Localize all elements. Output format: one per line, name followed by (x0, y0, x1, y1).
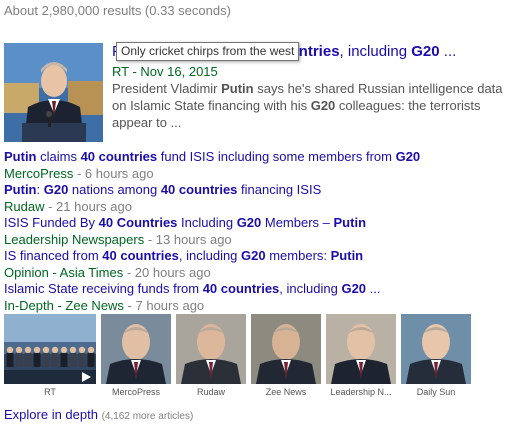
thumbnail-caption[interactable]: Leadership N... (326, 387, 396, 397)
thumbnail-image (326, 314, 396, 384)
list-item: IS financed from 40 countries, including… (4, 247, 507, 280)
explore-in-depth-link[interactable]: Explore in depth (4, 407, 98, 422)
title-part: 40 countries (202, 281, 280, 296)
thumbnail-image (101, 314, 171, 384)
top-story-thumbnail[interactable] (4, 43, 103, 142)
title-part: 40 Countries (98, 215, 178, 230)
thumbnail-item[interactable]: Leadership N... (326, 314, 396, 400)
related-article-source: Opinion - Asia Times (4, 265, 124, 280)
thumbnail-item[interactable]: RT (4, 314, 96, 400)
meta-separator: - (73, 166, 85, 181)
top-story-title-mid: , including (339, 43, 412, 60)
top-story-title-bold-g20: G20 (411, 43, 440, 60)
related-article-meta: In-Depth - Zee News - 7 hours ago (4, 297, 507, 314)
related-article-title[interactable]: Putin claims 40 countries fund ISIS incl… (4, 148, 507, 165)
thumbnail-caption[interactable]: MercoPress (101, 387, 171, 397)
related-article-time: 7 hours ago (135, 298, 205, 313)
related-article-time: 20 hours ago (134, 265, 211, 280)
title-part: , including (178, 248, 242, 263)
related-article-title[interactable]: IS financed from 40 countries, including… (4, 247, 507, 264)
thumbnail-caption[interactable]: Daily Sun (401, 387, 471, 397)
title-part: claims (36, 149, 81, 164)
meta-separator: - (44, 199, 57, 214)
related-articles-list: Putin claims 40 countries fund ISIS incl… (4, 148, 507, 313)
list-item: Putin: G20 nations among 40 countries fi… (4, 181, 507, 214)
title-part: 40 countries (102, 248, 179, 263)
meta-separator: - (123, 298, 136, 313)
title-part: Putin (4, 149, 37, 164)
thumbnail-caption[interactable]: Zee News (251, 387, 321, 397)
thumbnail-image (4, 314, 96, 384)
title-part: 40 countries (160, 182, 238, 197)
related-article-time: 6 hours ago (84, 166, 154, 181)
title-part: G20 (43, 182, 69, 197)
list-item: ISIS Funded By 40 Countries Including G2… (4, 214, 507, 247)
thumbnail-item[interactable]: Zee News (251, 314, 321, 400)
related-article-title[interactable]: Islamic State receiving funds from 40 co… (4, 280, 507, 297)
title-part: Putin (4, 182, 37, 197)
title-part: Islamic State receiving funds from (4, 281, 203, 296)
title-part: fund ISIS including some members from (157, 149, 396, 164)
title-part: 40 countries (80, 149, 158, 164)
list-item: Putin claims 40 countries fund ISIS incl… (4, 148, 507, 181)
top-story-date: Nov 16, 2015 (140, 64, 218, 79)
title-part: G20 (236, 215, 262, 230)
related-article-meta: Leadership Newspapers - 13 hours ago (4, 231, 507, 248)
thumbnail-caption[interactable]: RT (4, 387, 96, 397)
title-part: Members – (261, 215, 334, 230)
related-article-title[interactable]: ISIS Funded By 40 Countries Including G2… (4, 214, 507, 231)
related-article-meta: Opinion - Asia Times - 20 hours ago (4, 264, 507, 281)
title-part: ... (366, 281, 381, 296)
thumbnail-item[interactable]: MercoPress (101, 314, 171, 400)
list-item: Islamic State receiving funds from 40 co… (4, 280, 507, 313)
title-part: , including (279, 281, 342, 296)
title-part: IS financed from (4, 248, 103, 263)
title-part: financing ISIS (237, 182, 322, 197)
related-article-title[interactable]: Putin: G20 nations among 40 countries fi… (4, 181, 507, 198)
snippet-bold-putin: Putin (221, 81, 254, 96)
related-article-meta: MercoPress - 6 hours ago (4, 165, 507, 182)
title-part: : (36, 182, 44, 197)
top-story-source: RT (112, 64, 129, 79)
explore-in-depth: Explore in depth (4,162 more articles) (4, 407, 193, 422)
title-part: Including (177, 215, 237, 230)
thumbnail-item[interactable]: Rudaw (176, 314, 246, 400)
related-article-time: 13 hours ago (155, 232, 232, 247)
related-article-source: Rudaw (4, 199, 45, 214)
title-part: G20 (395, 149, 421, 164)
top-story-meta: RT - Nov 16, 2015 (112, 64, 218, 79)
meta-separator: - (123, 265, 135, 280)
title-part: G20 (241, 248, 266, 263)
related-article-meta: Rudaw - 21 hours ago (4, 198, 507, 215)
top-story-snippet: President Vladimir Putin says he's share… (112, 80, 507, 131)
thumbnail-image (176, 314, 246, 384)
result-stats: About 2,980,000 results (0.33 seconds) (4, 3, 231, 18)
title-part: members: (265, 248, 331, 263)
related-article-source: In-Depth - Zee News (4, 298, 124, 313)
thumbnail-caption[interactable]: Rudaw (176, 387, 246, 397)
thumbnail-image (251, 314, 321, 384)
top-story-title-end: ... (439, 43, 457, 60)
thumbnail-image (401, 314, 471, 384)
title-part: Putin (330, 248, 364, 263)
thumbnail-strip: RT MercoPress Rudaw Zee News Leadership N...… (4, 314, 507, 400)
putin-podium-image (4, 43, 103, 142)
title-part: Putin (333, 215, 367, 230)
meta-separator: - (144, 232, 156, 247)
title-part: G20 (341, 281, 367, 296)
related-article-source: Leadership Newspapers (4, 232, 145, 247)
related-article-source: MercoPress (4, 166, 74, 181)
title-part: nations among (68, 182, 161, 197)
explore-article-count: (4,162 more articles) (101, 411, 194, 422)
snippet-part: President Vladimir (112, 81, 222, 96)
snippet-bold-g20: G20 (310, 98, 336, 113)
title-part: ISIS Funded By (4, 215, 99, 230)
related-article-time: 21 hours ago (56, 199, 132, 214)
tooltip: Only cricket chirps from the west (116, 42, 300, 61)
thumbnail-item[interactable]: Daily Sun (401, 314, 471, 400)
